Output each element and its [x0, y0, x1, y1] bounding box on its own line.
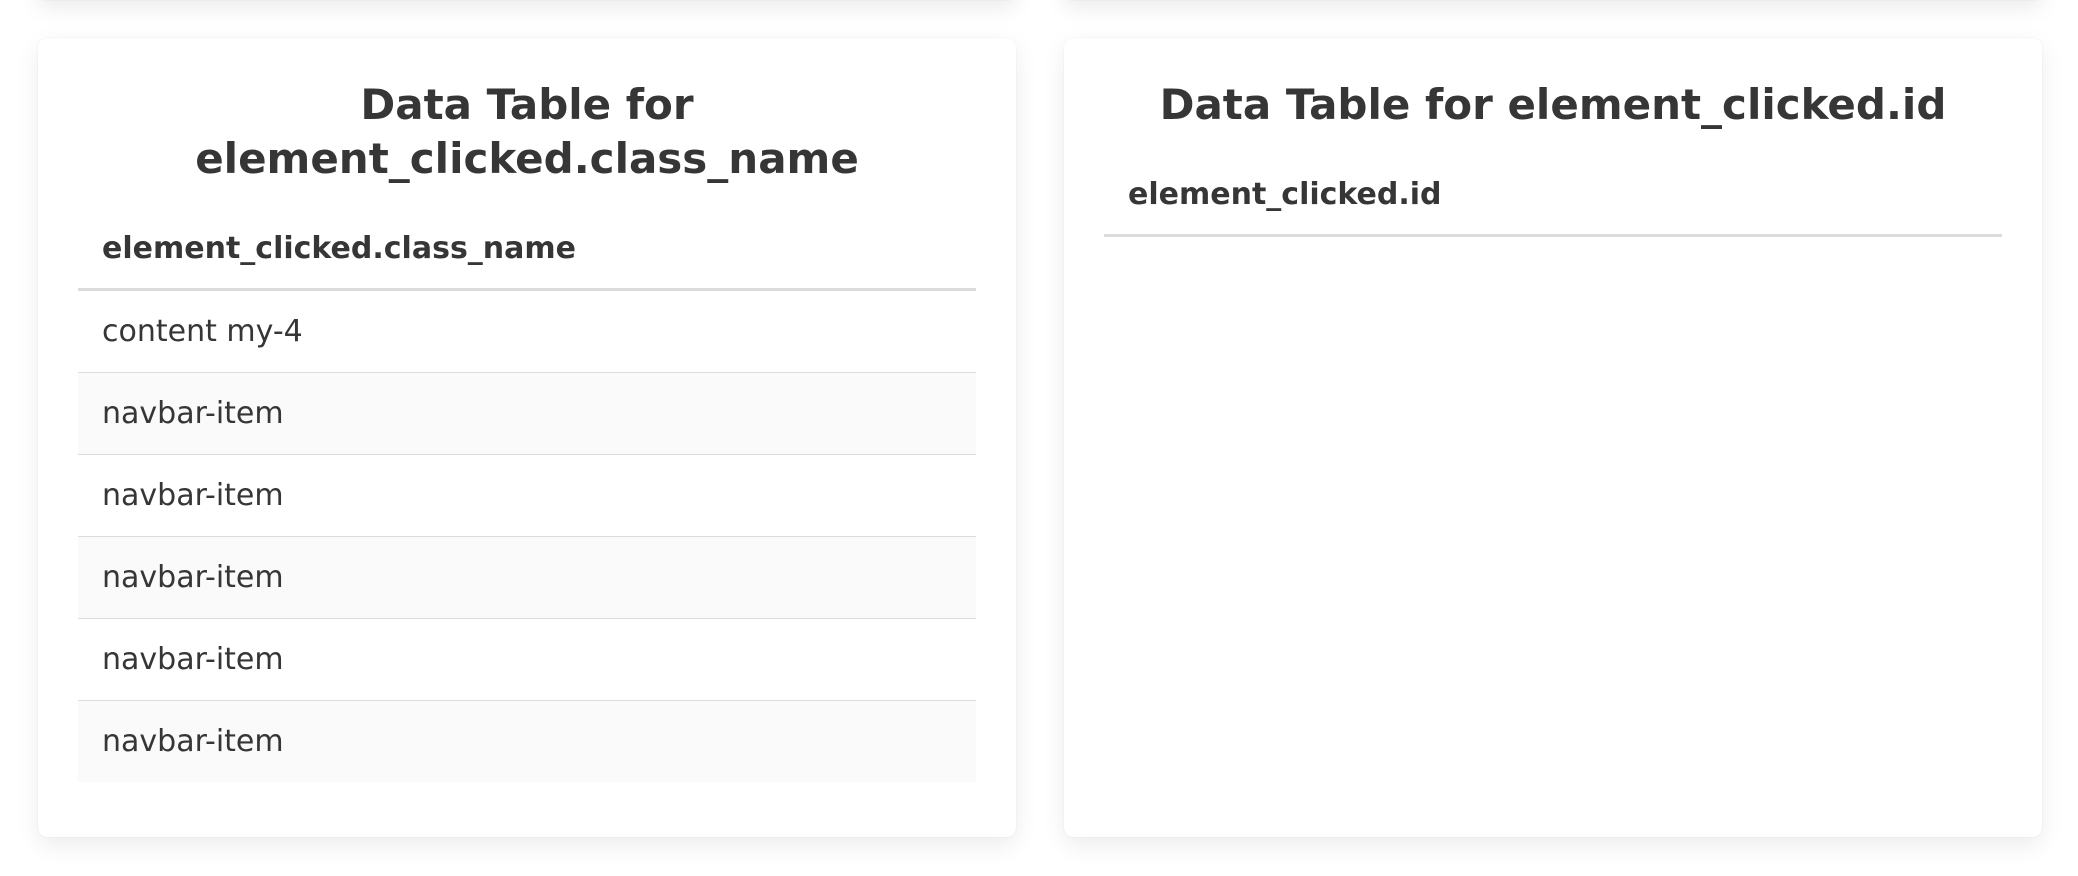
table-row: navbar-item — [78, 536, 976, 619]
table-header-row: element_clicked.id — [1104, 158, 2002, 237]
class-name-table-card: Data Table for element_clicked.class_nam… — [38, 38, 1016, 837]
id-table: element_clicked.id — [1104, 158, 2002, 237]
id-table-title: Data Table for element_clicked.id — [1159, 80, 1947, 129]
class-name-table-title-line2: element_clicked.class_name — [195, 134, 859, 183]
table-cell: navbar-item — [78, 618, 976, 701]
column-header-id: element_clicked.id — [1104, 158, 2002, 237]
table-row: navbar-item — [78, 700, 976, 782]
table-cell: navbar-item — [78, 536, 976, 619]
column-header-class-name: element_clicked.class_name — [78, 212, 976, 291]
table-header-row: element_clicked.class_name — [78, 212, 976, 291]
table-cell: navbar-item — [78, 454, 976, 537]
class-name-table: element_clicked.class_name content my-4 … — [78, 212, 976, 782]
table-cell: content my-4 — [78, 289, 976, 373]
table-cell: navbar-item — [78, 372, 976, 455]
table-row: navbar-item — [78, 618, 976, 701]
class-name-table-title: Data Table for element_clicked.class_nam… — [78, 78, 976, 186]
table-cell: navbar-item — [78, 700, 976, 782]
table-row: navbar-item — [78, 454, 976, 537]
table-row: content my-4 — [78, 289, 976, 373]
id-table-card: Data Table for element_clicked.id elemen… — [1064, 38, 2042, 837]
page: Data Table for element_clicked.class_nam… — [0, 0, 2078, 876]
table-row: navbar-item — [78, 372, 976, 455]
class-name-table-title-line1: Data Table for — [360, 80, 694, 129]
